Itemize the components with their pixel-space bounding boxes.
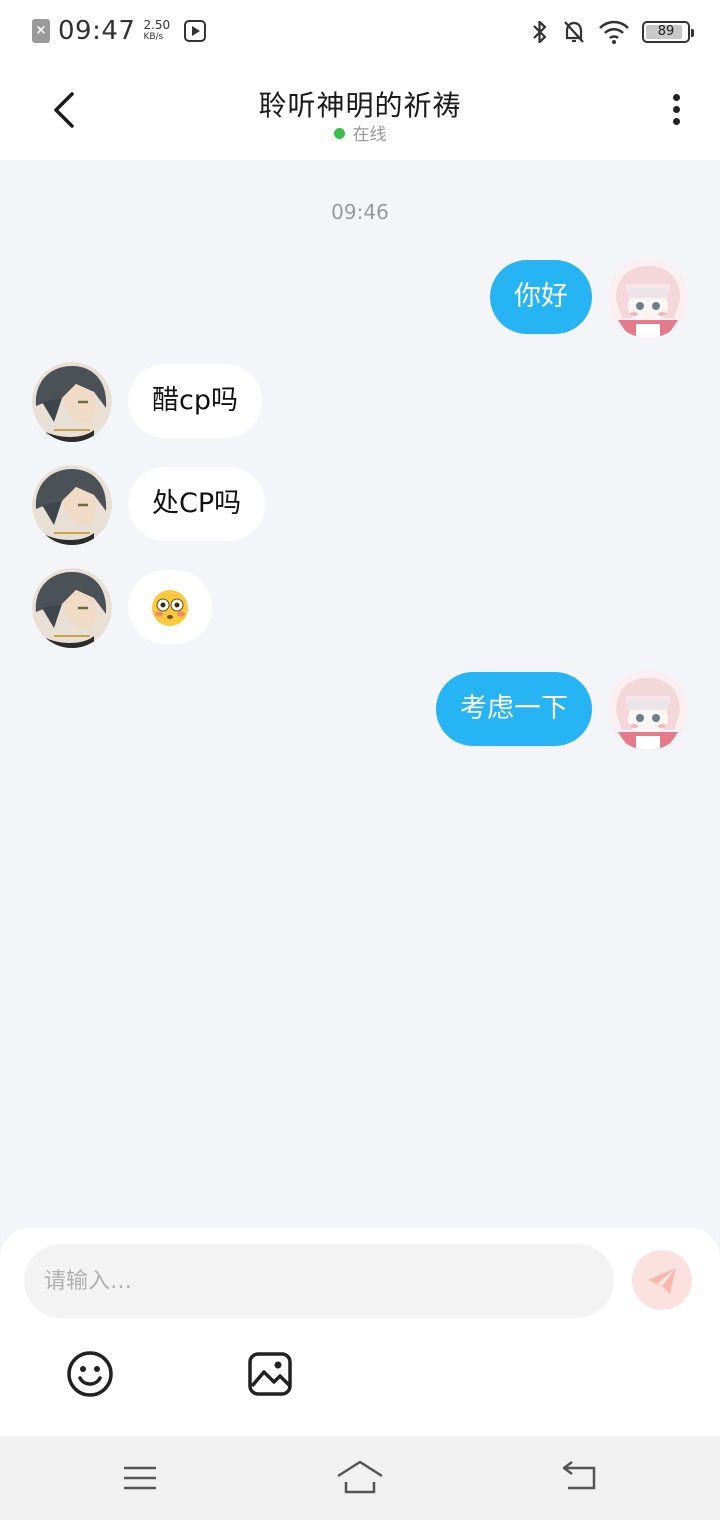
message-row: 醋cp吗 bbox=[0, 362, 720, 442]
online-status: 在线 bbox=[0, 120, 720, 145]
message-input[interactable] bbox=[24, 1244, 614, 1318]
send-icon bbox=[648, 1268, 676, 1294]
chat-header: 聆听神明的祈祷 在线 bbox=[0, 64, 720, 160]
menu-icon[interactable] bbox=[118, 1458, 162, 1498]
status-time: 09:47 bbox=[58, 16, 136, 46]
bluetooth-icon bbox=[533, 20, 547, 44]
message-list[interactable]: 09:46 你好 醋cp吗 处CP吗 考虑一下 bbox=[0, 160, 720, 1228]
status-bar: × 09:47 2.50 KB/s 89 bbox=[0, 0, 720, 64]
message-row bbox=[0, 568, 720, 648]
no-sim-icon: × bbox=[32, 19, 50, 43]
return-icon[interactable] bbox=[558, 1458, 602, 1498]
network-speed-unit: KB/s bbox=[143, 32, 164, 42]
more-icon[interactable] bbox=[668, 94, 684, 132]
contact-avatar[interactable] bbox=[32, 465, 112, 545]
online-status-text: 在线 bbox=[352, 125, 387, 145]
network-speed-value: 2.50 bbox=[143, 18, 171, 32]
flushed-emoji-icon bbox=[152, 589, 188, 626]
message-bubble-outgoing[interactable]: 你好 bbox=[490, 260, 592, 334]
message-composer bbox=[0, 1228, 720, 1436]
mute-icon bbox=[564, 21, 584, 43]
image-icon[interactable] bbox=[246, 1350, 294, 1398]
my-avatar[interactable] bbox=[608, 258, 688, 338]
message-bubble-incoming[interactable] bbox=[128, 570, 212, 644]
my-avatar[interactable] bbox=[608, 670, 688, 750]
contact-name: 聆听神明的祈祷 bbox=[258, 89, 462, 122]
message-bubble-outgoing[interactable]: 考虑一下 bbox=[436, 672, 592, 746]
battery-icon: 89 bbox=[642, 21, 694, 43]
message-timestamp: 09:46 bbox=[331, 200, 389, 224]
send-button[interactable] bbox=[632, 1250, 692, 1310]
message-row: 考虑一下 bbox=[0, 670, 720, 750]
online-dot bbox=[333, 128, 345, 139]
contact-avatar[interactable] bbox=[32, 568, 112, 648]
media-play-icon bbox=[184, 20, 207, 42]
home-icon[interactable] bbox=[336, 1458, 384, 1498]
message-bubble-incoming[interactable]: 处CP吗 bbox=[128, 467, 266, 541]
battery-level: 89 bbox=[657, 24, 675, 39]
status-left: × 09:47 2.50 KB/s bbox=[32, 16, 207, 46]
contact-avatar[interactable] bbox=[32, 362, 112, 442]
message-row: 处CP吗 bbox=[0, 465, 720, 545]
message-row: 你好 bbox=[0, 258, 720, 338]
system-nav-bar bbox=[0, 1436, 720, 1520]
status-right: 89 bbox=[530, 18, 694, 46]
wifi-icon bbox=[599, 20, 629, 44]
emoji-icon[interactable] bbox=[66, 1350, 114, 1398]
message-bubble-incoming[interactable]: 醋cp吗 bbox=[128, 364, 262, 438]
network-speed: 2.50 KB/s bbox=[143, 19, 170, 43]
